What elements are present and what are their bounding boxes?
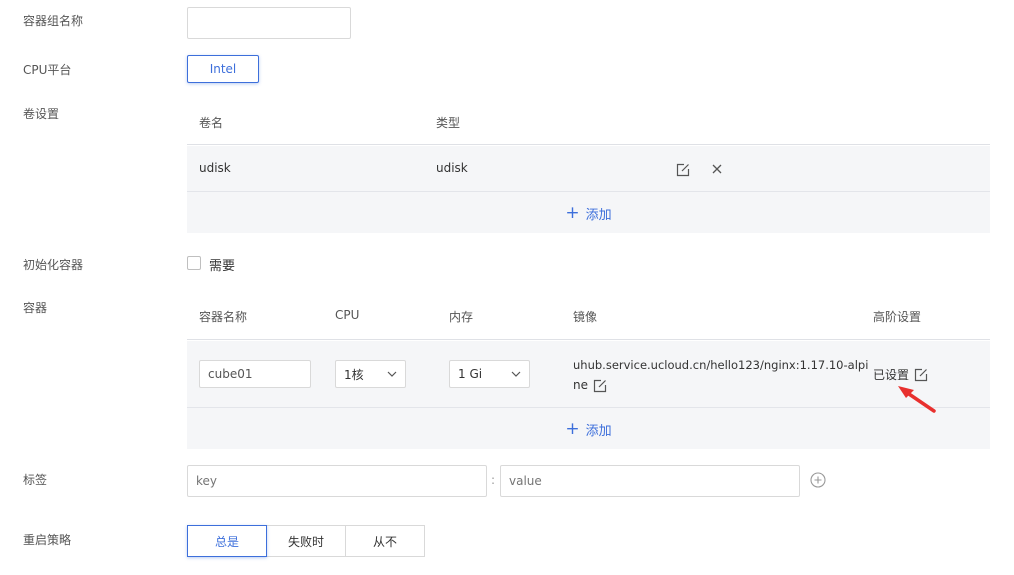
container-col-cpu: CPU [335, 308, 360, 322]
image-text-line2: ne [573, 378, 588, 392]
chevron-down-icon [511, 371, 521, 377]
group-name-input[interactable] [187, 7, 351, 39]
volume-label: 卷设置 [23, 107, 60, 121]
tag-key-input[interactable] [187, 465, 487, 497]
volume-col-name: 卷名 [199, 116, 224, 130]
cpu-select[interactable]: 1核 [335, 360, 406, 388]
plus-icon: + [565, 202, 580, 223]
volume-add-label: 添加 [585, 207, 612, 223]
volume-type-cell: udisk [436, 161, 468, 175]
volume-add-button[interactable]: + 添加 [187, 193, 990, 233]
tag-value-input[interactable] [500, 465, 800, 497]
restart-on-failure-button[interactable]: 失败时 [266, 525, 346, 557]
volume-table-body: udisk udisk + 添加 [187, 146, 990, 233]
container-col-memory: 内存 [449, 310, 474, 324]
container-name-input[interactable]: cube01 [199, 360, 311, 388]
restart-policy-label: 重启策略 [23, 533, 72, 547]
table-row: cube01 1核 1 Gi uhub.service.ucloud.cn/he… [187, 341, 990, 408]
init-container-checkbox[interactable] [187, 256, 201, 270]
advanced-cell: 已设置 [873, 366, 928, 383]
image-text-line1: uhub.service.ucloud.cn/hello123/nginx:1.… [573, 358, 869, 372]
memory-select-value: 1 Gi [458, 367, 483, 381]
init-container-checkbox-label[interactable]: 需要 [209, 255, 235, 274]
tag-label: 标签 [23, 473, 48, 487]
edit-icon[interactable] [914, 367, 928, 382]
edit-icon[interactable] [593, 375, 607, 395]
container-col-image: 镜像 [573, 310, 598, 324]
cpu-platform-intel-button[interactable]: Intel [187, 55, 259, 83]
container-col-name: 容器名称 [199, 310, 248, 324]
volume-table-header: 卷名 类型 [187, 98, 990, 145]
volume-col-type: 类型 [436, 116, 461, 130]
group-name-label: 容器组名称 [23, 14, 84, 28]
container-add-button[interactable]: + 添加 [187, 409, 990, 449]
container-col-advanced: 高阶设置 [873, 310, 922, 324]
container-table-header: 容器名称 CPU 内存 镜像 高阶设置 [187, 292, 990, 340]
table-row: udisk udisk [187, 146, 990, 192]
restart-always-button[interactable]: 总是 [187, 525, 267, 557]
cpu-select-value: 1核 [344, 367, 364, 382]
container-table-body: cube01 1核 1 Gi uhub.service.ucloud.cn/he… [187, 341, 990, 449]
volume-name-cell: udisk [199, 161, 231, 175]
init-container-label: 初始化容器 [23, 258, 84, 272]
plus-icon: + [565, 418, 580, 439]
restart-never-button[interactable]: 从不 [345, 525, 425, 557]
memory-select[interactable]: 1 Gi [449, 360, 530, 388]
cpu-platform-label: CPU平台 [23, 63, 72, 77]
chevron-down-icon [387, 371, 397, 377]
edit-icon[interactable] [676, 162, 690, 177]
close-icon[interactable] [710, 162, 724, 179]
tag-separator: : [491, 473, 496, 487]
image-cell: uhub.service.ucloud.cn/hello123/nginx:1.… [573, 355, 869, 395]
container-add-label: 添加 [585, 423, 612, 439]
container-label: 容器 [23, 301, 48, 315]
add-circle-icon[interactable] [810, 472, 826, 488]
advanced-status: 已设置 [873, 368, 910, 382]
arrow-annotation [898, 386, 936, 413]
